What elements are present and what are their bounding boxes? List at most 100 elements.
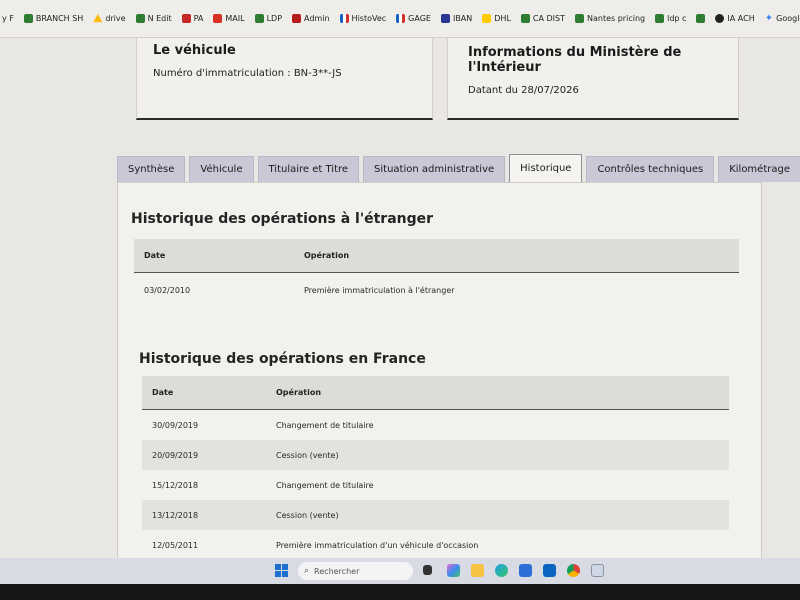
edge-icon[interactable] <box>495 564 508 577</box>
file-explorer-icon[interactable] <box>471 564 484 577</box>
table-header: Date Opération <box>142 376 729 410</box>
bookmark-label: IBAN <box>452 14 473 23</box>
copilot-icon[interactable] <box>447 564 460 577</box>
bookmark-icon <box>655 14 665 23</box>
bookmark[interactable]: drive <box>93 14 126 23</box>
row-date: 15/12/2018 <box>152 480 199 490</box>
gmail-icon <box>213 14 223 23</box>
bookmark-icon <box>520 14 530 23</box>
bookmark[interactable]: BRANCH SH <box>23 14 84 23</box>
tab-historique[interactable]: Historique <box>509 154 583 182</box>
column-header-date: Date <box>144 251 166 260</box>
table-row: 12/05/2011 Première immatriculation d'un… <box>142 530 729 558</box>
table-row: 13/12/2018 Cession (vente) <box>142 500 729 530</box>
bookmark-icon <box>440 14 450 23</box>
bookmark-label: y F <box>2 14 14 23</box>
bookmark[interactable]: LDP <box>254 14 283 23</box>
tab-controles-techniques[interactable]: Contrôles techniques <box>586 156 715 182</box>
table-row: 03/02/2010 Première immatriculation à l'… <box>134 273 739 307</box>
taskbar: ⌕ Rechercher <box>0 558 800 584</box>
france-history-table: Date Opération 30/09/2019 Changement de … <box>142 376 729 558</box>
ministry-date: Datant du 28/07/2026 <box>468 85 579 96</box>
bookmark-label: Nantes pricing <box>587 14 646 23</box>
row-date: 12/05/2011 <box>152 540 199 550</box>
row-date: 30/09/2019 <box>152 420 199 430</box>
bookmark-icon <box>23 14 33 23</box>
bookmark-label: GAGE <box>408 14 431 23</box>
bookmark[interactable]: GAGE <box>396 14 431 23</box>
table-row: 15/12/2018 Changement de titulaire <box>142 470 729 500</box>
bookmark[interactable]: IA ACH <box>715 14 755 23</box>
bookmark[interactable]: MAIL <box>213 14 245 23</box>
bookmark-label: N Edit <box>147 14 172 23</box>
task-view-icon[interactable] <box>423 565 432 575</box>
bookmark-label: BRANCH SH <box>35 14 84 23</box>
bookmark-icon <box>575 14 584 23</box>
notepad-icon[interactable] <box>591 564 604 577</box>
tab-titulaire[interactable]: Titulaire et Titre <box>257 156 360 182</box>
ministry-card: Informations du Ministère de l'Intérieur… <box>447 38 739 120</box>
column-header-date: Date <box>152 388 174 397</box>
bookmark[interactable]: N Edit <box>135 14 172 23</box>
row-date: 13/12/2018 <box>152 510 199 520</box>
table-row: 20/09/2019 Cession (vente) <box>142 440 729 470</box>
bookmark[interactable]: IBAN <box>440 14 473 23</box>
row-operation: Première immatriculation d'un véhicule d… <box>276 540 479 550</box>
page-content: Le véhicule Numéro d'immatriculation : B… <box>0 38 800 558</box>
bookmark-icon <box>135 14 145 23</box>
openai-icon <box>715 14 725 23</box>
row-operation: Changement de titulaire <box>276 420 374 430</box>
bookmark[interactable]: DHL <box>482 14 511 23</box>
bookmark-icon <box>181 14 191 23</box>
search-icon: ⌕ <box>304 566 310 576</box>
row-operation: Changement de titulaire <box>276 480 374 490</box>
bookmark-label: CA DIST <box>532 14 565 23</box>
gemini-icon: ✦ <box>764 13 774 24</box>
row-operation: Cession (vente) <box>276 510 339 520</box>
bookmark-label: drive <box>105 14 126 23</box>
dhl-icon <box>482 14 492 23</box>
windows-start-icon[interactable] <box>275 564 288 577</box>
bookmark-label: PA <box>193 14 204 23</box>
bookmark-icon <box>292 14 302 23</box>
bookmark-label: Admin <box>304 14 330 23</box>
bookmark[interactable]: PA <box>181 14 204 23</box>
bookmark[interactable]: ldp c <box>655 14 686 23</box>
row-operation: Première immatriculation à l'étranger <box>304 285 455 295</box>
drive-icon <box>93 14 103 23</box>
table-header: Date Opération <box>134 239 739 273</box>
column-header-operation: Opération <box>304 251 350 260</box>
bookmark-label: ldp c <box>667 14 687 23</box>
flag-icon <box>339 14 349 23</box>
foreign-history-title: Historique des opérations à l'étranger <box>131 211 434 227</box>
tab-vehicule[interactable]: Véhicule <box>189 156 254 182</box>
tab-synthese[interactable]: Synthèse <box>117 156 186 182</box>
taskbar-search[interactable]: ⌕ Rechercher <box>298 562 413 580</box>
registration-number: Numéro d'immatriculation : BN-3**-JS <box>153 68 342 79</box>
column-header-operation: Opération <box>276 388 322 397</box>
row-date: 20/09/2019 <box>152 450 199 460</box>
search-placeholder: Rechercher <box>314 566 360 576</box>
tab-situation-administrative[interactable]: Situation administrative <box>363 156 506 182</box>
row-date: 03/02/2010 <box>144 285 191 295</box>
bookmark-label: MAIL <box>225 14 245 23</box>
bookmark-label: LDP <box>266 14 283 23</box>
bookmark[interactable]: HistoVec <box>339 14 386 23</box>
bookmark[interactable]: Admin <box>292 14 330 23</box>
tab-kilometrage[interactable]: Kilométrage <box>718 156 800 182</box>
ministry-card-title: Informations du Ministère de l'Intérieur <box>468 45 682 75</box>
chrome-icon[interactable] <box>567 564 580 577</box>
historique-panel: Historique des opérations à l'étranger D… <box>117 182 762 558</box>
bookmark[interactable]: y F <box>2 14 14 23</box>
bookmark[interactable]: Nantes pricing <box>575 14 645 23</box>
tab-bar: Synthèse Véhicule Titulaire et Titre Sit… <box>117 154 800 182</box>
bookmark[interactable]: CA DIST <box>520 14 565 23</box>
bookmark-label: Google Gemini <box>776 14 800 23</box>
table-row: 30/09/2019 Changement de titulaire <box>142 410 729 440</box>
bookmark[interactable] <box>696 14 706 23</box>
store-icon[interactable] <box>519 564 532 577</box>
flag-icon <box>396 14 406 23</box>
bookmark[interactable]: ✦Google Gemini <box>765 13 800 24</box>
outlook-icon[interactable] <box>543 564 556 577</box>
bookmark-icon <box>696 14 706 23</box>
